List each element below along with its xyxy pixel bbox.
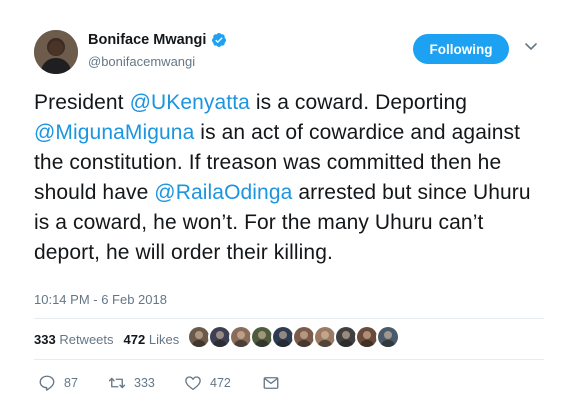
retweet-button[interactable]: 333 xyxy=(108,374,184,392)
reply-count: 87 xyxy=(64,376,78,390)
likes-count: 472 xyxy=(123,332,146,347)
engagement-stats: 333 Retweets 472 Likes xyxy=(34,332,179,347)
retweet-count: 333 xyxy=(134,376,155,390)
tweet-card: Boniface Mwangi @bonifacemwangi Followin… xyxy=(0,0,570,412)
tweet-text-segment: is a coward. Deporting xyxy=(249,91,468,114)
tweet-text-segment: President xyxy=(34,91,130,114)
display-name-row: Boniface Mwangi xyxy=(88,32,227,48)
heart-icon xyxy=(185,376,201,391)
retweet-icon xyxy=(108,377,126,389)
likes-label: Likes xyxy=(148,332,180,347)
mention-link[interactable]: @RailaOdinga xyxy=(154,181,292,204)
likers-avatars xyxy=(187,325,400,349)
author-info: Boniface Mwangi @bonifacemwangi xyxy=(88,32,227,69)
retweets-label: Retweets xyxy=(59,332,114,347)
handle[interactable]: @bonifacemwangi xyxy=(88,54,227,69)
display-name[interactable]: Boniface Mwangi xyxy=(88,32,206,48)
tweet-text: President @UKenyatta is a coward. Deport… xyxy=(34,88,544,268)
divider xyxy=(34,359,544,360)
timestamp[interactable]: 10:14 PM - 6 Feb 2018 xyxy=(34,292,167,307)
likes-stat[interactable]: 472 Likes xyxy=(124,332,180,347)
mention-link[interactable]: @UKenyatta xyxy=(130,91,250,114)
like-button[interactable]: 472 xyxy=(184,374,262,392)
reply-button[interactable]: 87 xyxy=(38,374,108,392)
avatar[interactable] xyxy=(34,30,78,74)
like-count: 472 xyxy=(210,376,231,390)
retweets-count: 333 xyxy=(34,332,56,347)
verified-badge-icon xyxy=(212,33,227,47)
liker-avatar[interactable] xyxy=(376,325,400,349)
following-button[interactable]: Following xyxy=(413,34,509,64)
envelope-icon xyxy=(263,377,279,389)
reply-icon xyxy=(39,375,55,391)
direct-message-button[interactable] xyxy=(262,374,280,392)
divider xyxy=(34,318,544,319)
retweets-stat[interactable]: 333 Retweets xyxy=(34,332,114,347)
chevron-down-icon[interactable] xyxy=(524,42,538,52)
action-bar: 87 333 472 xyxy=(38,374,280,392)
mention-link[interactable]: @MigunaMiguna xyxy=(34,121,194,144)
